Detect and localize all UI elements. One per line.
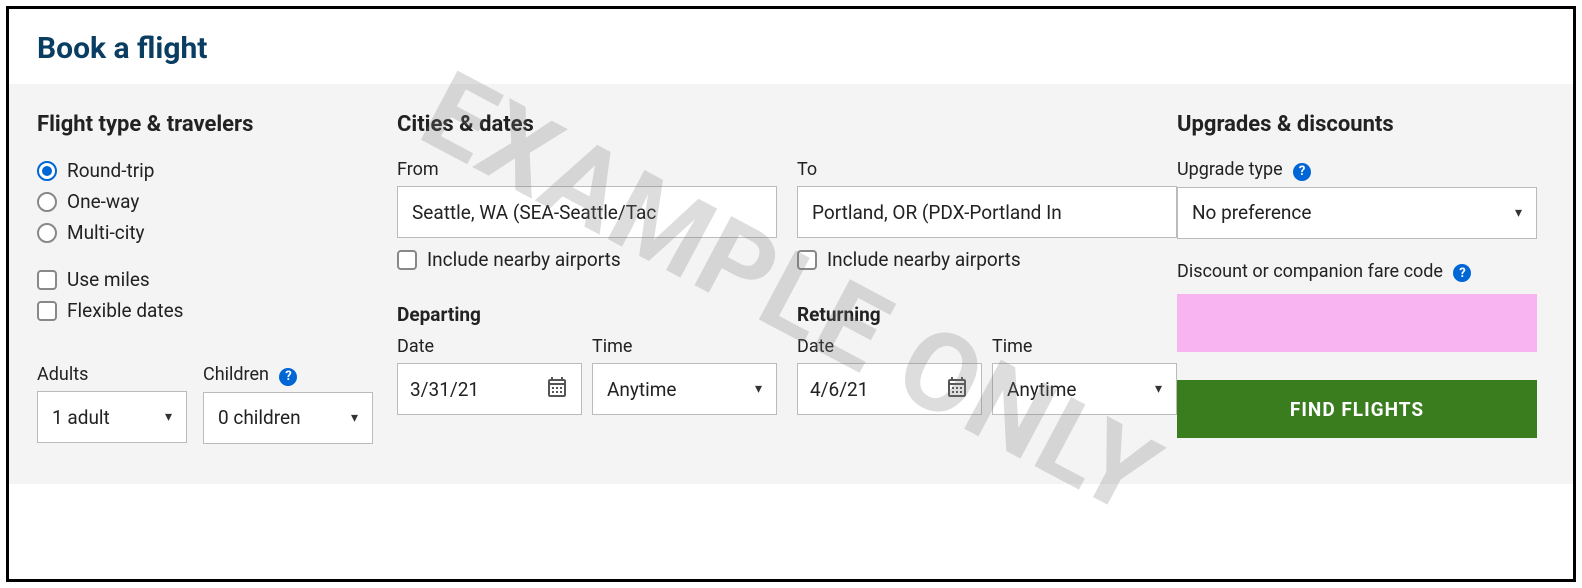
to-nearby-checkbox[interactable]: Include nearby airports — [797, 248, 1177, 271]
adults-select[interactable]: 1 adult ▾ — [37, 391, 187, 443]
flexible-dates-checkbox[interactable]: Flexible dates — [37, 299, 397, 322]
flight-type-column: Flight type & travelers Round-trip One-w… — [37, 112, 397, 444]
adults-value: 1 adult — [52, 406, 110, 429]
to-label: To — [797, 159, 1177, 180]
checkbox-icon — [37, 270, 57, 290]
use-miles-checkbox[interactable]: Use miles — [37, 268, 397, 291]
chevron-down-icon: ▾ — [1515, 205, 1522, 221]
chevron-down-icon: ▾ — [755, 381, 762, 397]
returning-heading: Returning — [797, 303, 1177, 326]
find-flights-button[interactable]: FIND FLIGHTS — [1177, 380, 1537, 438]
return-time-select[interactable]: Anytime ▾ — [992, 363, 1177, 415]
discount-code-input[interactable] — [1177, 294, 1537, 352]
depart-time-select[interactable]: Anytime ▾ — [592, 363, 777, 415]
chevron-down-icon: ▾ — [351, 410, 358, 426]
chevron-down-icon: ▾ — [1155, 381, 1162, 397]
to-input[interactable]: Portland, OR (PDX-Portland In — [797, 186, 1177, 238]
page-title: Book a flight — [9, 9, 1573, 84]
checkbox-label: Include nearby airports — [427, 248, 621, 271]
radio-label: Round-trip — [67, 159, 154, 182]
radio-icon — [37, 223, 57, 243]
checkbox-icon — [797, 250, 817, 270]
return-date-value: 4/6/21 — [810, 378, 868, 401]
from-input[interactable]: Seattle, WA (SEA-Seattle/Tac — [397, 186, 777, 238]
depart-date-input[interactable]: 3/31/21 — [397, 363, 582, 415]
return-time-value: Anytime — [1007, 378, 1076, 401]
children-value: 0 children — [218, 406, 301, 429]
cities-dates-column: Cities & dates From Seattle, WA (SEA-Sea… — [397, 112, 1177, 444]
radio-label: One-way — [67, 190, 139, 213]
from-nearby-checkbox[interactable]: Include nearby airports — [397, 248, 777, 271]
checkbox-label: Include nearby airports — [827, 248, 1021, 271]
help-icon[interactable]: ? — [1453, 264, 1471, 282]
help-icon[interactable]: ? — [1293, 163, 1311, 181]
radio-label: Multi-city — [67, 221, 145, 244]
booking-panel: Flight type & travelers Round-trip One-w… — [9, 84, 1573, 484]
trip-type-multi-city[interactable]: Multi-city — [37, 221, 397, 244]
to-value: Portland, OR (PDX-Portland In — [812, 201, 1062, 224]
depart-time-value: Anytime — [607, 378, 676, 401]
booking-frame: Book a flight Flight type & travelers Ro… — [6, 6, 1576, 582]
departing-heading: Departing — [397, 303, 777, 326]
return-time-label: Time — [992, 336, 1177, 357]
depart-date-value: 3/31/21 — [410, 378, 479, 401]
upgrades-heading: Upgrades & discounts — [1177, 112, 1537, 137]
depart-time-label: Time — [592, 336, 777, 357]
upgrades-column: Upgrades & discounts Upgrade type ? No p… — [1177, 112, 1537, 444]
checkbox-icon — [37, 301, 57, 321]
checkbox-icon — [397, 250, 417, 270]
flight-type-heading: Flight type & travelers — [37, 112, 397, 137]
trip-type-one-way[interactable]: One-way — [37, 190, 397, 213]
children-label: Children ? — [203, 364, 373, 386]
from-value: Seattle, WA (SEA-Seattle/Tac — [412, 201, 656, 224]
upgrade-type-label: Upgrade type ? — [1177, 159, 1537, 181]
checkbox-label: Flexible dates — [67, 299, 183, 322]
depart-date-label: Date — [397, 336, 582, 357]
children-select[interactable]: 0 children ▾ — [203, 392, 373, 444]
cities-dates-heading: Cities & dates — [397, 112, 1177, 137]
chevron-down-icon: ▾ — [165, 409, 172, 425]
upgrade-type-value: No preference — [1192, 201, 1311, 224]
discount-code-label: Discount or companion fare code ? — [1177, 261, 1537, 283]
calendar-icon — [545, 375, 569, 404]
from-label: From — [397, 159, 777, 180]
upgrade-type-select[interactable]: No preference ▾ — [1177, 187, 1537, 239]
return-date-label: Date — [797, 336, 982, 357]
help-icon[interactable]: ? — [279, 368, 297, 386]
calendar-icon — [945, 375, 969, 404]
checkbox-label: Use miles — [67, 268, 150, 291]
return-date-input[interactable]: 4/6/21 — [797, 363, 982, 415]
trip-type-round-trip[interactable]: Round-trip — [37, 159, 397, 182]
adults-label: Adults — [37, 364, 187, 385]
radio-icon — [37, 192, 57, 212]
radio-icon — [37, 161, 57, 181]
